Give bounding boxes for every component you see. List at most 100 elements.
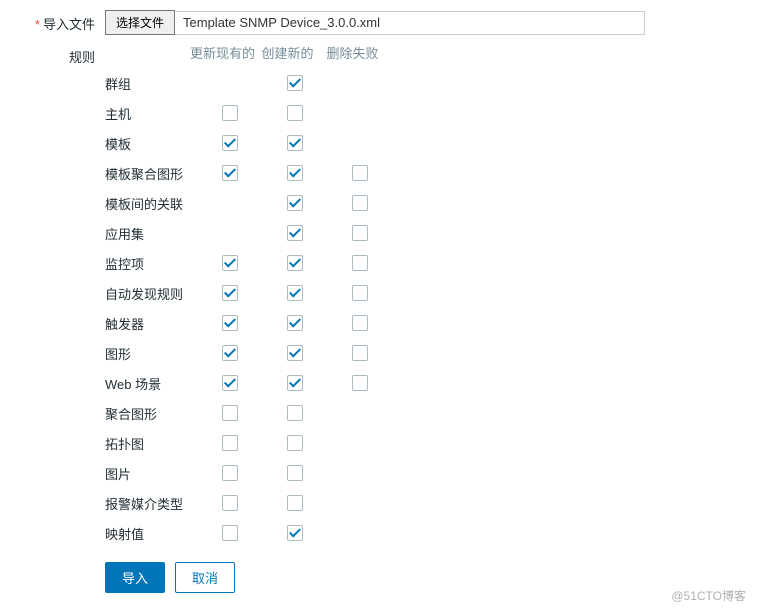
rule-row: 模板聚合图形 <box>105 158 738 188</box>
rule-row: 应用集 <box>105 218 738 248</box>
checkbox-cell-delete <box>327 285 392 301</box>
checkbox-update[interactable] <box>222 105 238 121</box>
checkbox-create[interactable] <box>287 195 303 211</box>
checkbox-update[interactable] <box>222 375 238 391</box>
import-button[interactable]: 导入 <box>105 562 165 593</box>
checkbox-delete[interactable] <box>352 165 368 181</box>
buttons-row: 导入 取消 <box>105 562 738 593</box>
rule-row: 图片 <box>105 458 738 488</box>
checkbox-cell-create <box>262 375 327 391</box>
rule-row: 图形 <box>105 338 738 368</box>
checkbox-cell-create <box>262 225 327 241</box>
checkbox-create[interactable] <box>287 105 303 121</box>
rule-row: 触发器 <box>105 308 738 338</box>
rule-name: 图片 <box>105 464 197 483</box>
checkbox-cell-create <box>262 345 327 361</box>
checkbox-create[interactable] <box>287 255 303 271</box>
checkbox-cell-update <box>197 285 262 301</box>
required-asterisk: * <box>35 17 40 32</box>
checkbox-update[interactable] <box>222 405 238 421</box>
checkbox-delete[interactable] <box>352 195 368 211</box>
rule-row: 主机 <box>105 98 738 128</box>
checkbox-cell-update <box>197 465 262 481</box>
rule-row: 拓扑图 <box>105 428 738 458</box>
rule-name: 映射值 <box>105 524 197 543</box>
checkbox-cell-create <box>262 495 327 511</box>
rule-row: 群组 <box>105 68 738 98</box>
checkbox-update[interactable] <box>222 165 238 181</box>
checkbox-update[interactable] <box>222 495 238 511</box>
checkbox-create[interactable] <box>287 525 303 541</box>
checkbox-create[interactable] <box>287 345 303 361</box>
checkbox-delete[interactable] <box>352 225 368 241</box>
checkbox-create[interactable] <box>287 315 303 331</box>
checkbox-cell-delete <box>327 255 392 271</box>
rule-row: 报警媒介类型 <box>105 488 738 518</box>
checkbox-update[interactable] <box>222 315 238 331</box>
checkbox-delete[interactable] <box>352 375 368 391</box>
checkbox-create[interactable] <box>287 285 303 301</box>
checkbox-cell-create <box>262 255 327 271</box>
import-file-label-col: *导入文件 <box>20 10 105 33</box>
checkbox-delete[interactable] <box>352 315 368 331</box>
col-header-update: 更新现有的 <box>190 43 255 62</box>
checkbox-create[interactable] <box>287 225 303 241</box>
checkbox-update[interactable] <box>222 465 238 481</box>
checkbox-cell-delete <box>327 195 392 211</box>
checkbox-cell-delete <box>327 315 392 331</box>
rule-name: 自动发现规则 <box>105 284 197 303</box>
rule-row: 模板 <box>105 128 738 158</box>
rule-row: 模板间的关联 <box>105 188 738 218</box>
choose-file-button[interactable]: 选择文件 <box>105 10 175 35</box>
checkbox-update[interactable] <box>222 255 238 271</box>
watermark: @51CTO博客 <box>671 587 746 604</box>
checkbox-delete[interactable] <box>352 255 368 271</box>
rule-row: 监控项 <box>105 248 738 278</box>
rule-name: 群组 <box>105 74 197 93</box>
rule-row: 映射值 <box>105 518 738 548</box>
checkbox-update[interactable] <box>222 285 238 301</box>
checkbox-delete[interactable] <box>352 285 368 301</box>
rules-header: 更新现有的 创建新的 删除失败 <box>105 43 738 62</box>
checkbox-create[interactable] <box>287 135 303 151</box>
checkbox-cell-create <box>262 105 327 121</box>
rule-name: 监控项 <box>105 254 197 273</box>
checkbox-create[interactable] <box>287 435 303 451</box>
rule-row: 聚合图形 <box>105 398 738 428</box>
import-file-label: 导入文件 <box>43 17 95 32</box>
checkbox-create[interactable] <box>287 165 303 181</box>
checkbox-cell-create <box>262 195 327 211</box>
file-name-display[interactable]: Template SNMP Device_3.0.0.xml <box>175 11 645 35</box>
checkbox-cell-update <box>197 255 262 271</box>
checkbox-create[interactable] <box>287 495 303 511</box>
checkbox-update[interactable] <box>222 345 238 361</box>
rules-label: 规则 <box>20 43 105 66</box>
checkbox-create[interactable] <box>287 405 303 421</box>
checkbox-create[interactable] <box>287 375 303 391</box>
checkbox-cell-update <box>197 525 262 541</box>
rule-name: 应用集 <box>105 224 197 243</box>
checkbox-update[interactable] <box>222 435 238 451</box>
checkbox-cell-create <box>262 75 327 91</box>
checkbox-cell-update <box>197 105 262 121</box>
col-header-create: 创建新的 <box>255 43 320 62</box>
rule-row: Web 场景 <box>105 368 738 398</box>
checkbox-update[interactable] <box>222 135 238 151</box>
import-file-content: 选择文件 Template SNMP Device_3.0.0.xml <box>105 10 738 35</box>
checkbox-cell-update <box>197 375 262 391</box>
checkbox-cell-create <box>262 465 327 481</box>
checkbox-delete[interactable] <box>352 345 368 361</box>
rule-name: 聚合图形 <box>105 404 197 423</box>
checkbox-cell-create <box>262 525 327 541</box>
checkbox-create[interactable] <box>287 75 303 91</box>
checkbox-update[interactable] <box>222 525 238 541</box>
checkbox-cell-create <box>262 315 327 331</box>
checkbox-cell-update <box>197 315 262 331</box>
rule-name: 模板间的关联 <box>105 194 197 213</box>
checkbox-cell-create <box>262 435 327 451</box>
checkbox-cell-delete <box>327 345 392 361</box>
checkbox-cell-create <box>262 285 327 301</box>
checkbox-create[interactable] <box>287 465 303 481</box>
checkbox-cell-update <box>197 435 262 451</box>
cancel-button[interactable]: 取消 <box>175 562 235 593</box>
